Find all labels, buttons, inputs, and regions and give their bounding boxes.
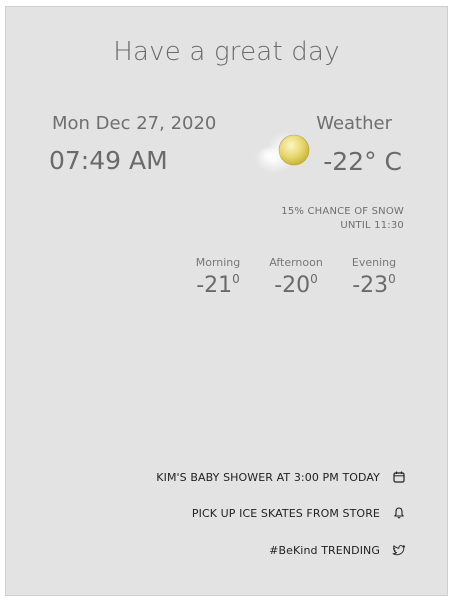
event-item-ice-skates[interactable]: PICK UP ICE SKATES FROM STORE <box>192 505 406 521</box>
current-date: Mon Dec 27, 2020 <box>52 113 217 134</box>
event-text: PICK UP ICE SKATES FROM STORE <box>191 506 380 520</box>
forecast-label: Evening <box>351 256 397 269</box>
current-temperature: -22° C <box>323 147 402 176</box>
forecast-value: -230 <box>352 272 396 298</box>
event-text: KIM'S BABY SHOWER AT 3:00 PM TODAY <box>156 470 380 484</box>
forecast-label: Afternoon <box>269 256 323 269</box>
snow-chance-text: 15% CHANCE OF SNOW UNTIL 11:30 <box>281 205 404 233</box>
twitter-icon <box>392 543 406 557</box>
event-item-baby-shower[interactable]: KIM'S BABY SHOWER AT 3:00 PM TODAY <box>156 469 406 485</box>
event-item-trending[interactable]: #BeKind TRENDING <box>269 542 406 558</box>
snow-chance-line: 15% CHANCE OF SNOW <box>281 206 404 217</box>
forecast-morning: Morning -210 <box>178 256 258 298</box>
partly-cloudy-sun-icon <box>252 119 322 179</box>
greeting-title: Have a great day <box>113 37 340 67</box>
forecast-label: Morning <box>195 256 241 269</box>
weather-label: Weather <box>316 113 392 134</box>
forecast-value: -210 <box>196 272 240 298</box>
forecast-evening: Evening -230 <box>334 256 414 298</box>
event-text: #BeKind TRENDING <box>269 543 380 557</box>
snow-until-line: UNTIL 11:30 <box>340 220 404 231</box>
calendar-icon <box>392 470 406 484</box>
dashboard-card: Have a great day Mon Dec 27, 2020 07:49 … <box>5 6 448 596</box>
current-time: 07:49 AM <box>49 146 168 175</box>
bell-icon <box>392 506 406 520</box>
forecast-afternoon: Afternoon -200 <box>256 256 336 298</box>
forecast-value: -200 <box>274 272 318 298</box>
